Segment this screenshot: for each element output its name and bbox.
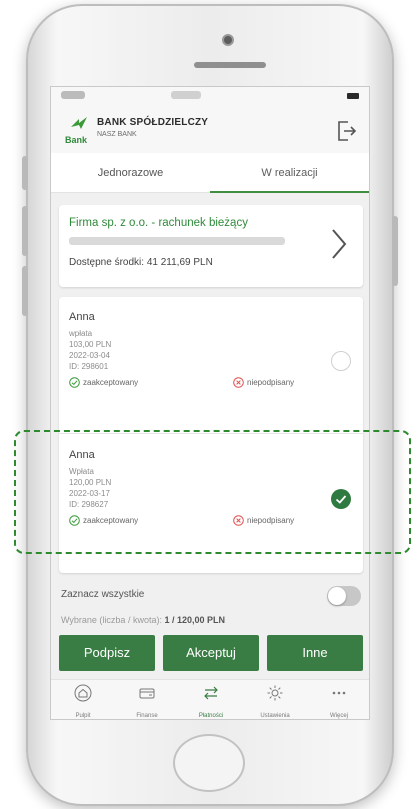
selected-summary-label: Wybrane (liczba / kwota):: [61, 615, 162, 625]
wallet-icon: [139, 688, 155, 699]
account-number-blurred: [69, 237, 285, 245]
phone-volume-down-button: [22, 266, 28, 316]
phone-screen: Bank BANK SPÓŁDZIELCZY NASZ BANK Jednora…: [50, 86, 370, 720]
chevron-right-icon[interactable]: [329, 227, 349, 261]
nav-item-platnosci[interactable]: Płatności: [179, 680, 243, 719]
status-bar: [51, 87, 369, 109]
select-radio[interactable]: [331, 351, 351, 371]
bank-subtitle: NASZ BANK: [97, 131, 137, 138]
select-all-label: Zaznacz wszystkie: [61, 589, 145, 600]
action-buttons: Podpisz Akceptuj Inne: [59, 635, 363, 671]
transaction-name: Anna: [69, 311, 95, 323]
battery-icon: [347, 93, 359, 99]
toggle-knob: [328, 587, 346, 605]
account-name: Firma sp. z o.o. - rachunek bieżący: [69, 217, 248, 229]
front-camera: [222, 34, 234, 46]
select-all-row: Zaznacz wszystkie: [51, 581, 369, 609]
transaction-item[interactable]: Anna wpłata 103,00 PLN 2022-03-04 ID: 29…: [59, 301, 363, 431]
account-card[interactable]: Firma sp. z o.o. - rachunek bieżący Dost…: [59, 205, 363, 287]
nav-label: Ustawienia: [260, 713, 290, 719]
transaction-date: 2022-03-04: [69, 351, 110, 360]
phone-speaker: [194, 62, 266, 68]
tab-bar: Jednorazowe W realizacji: [51, 153, 369, 193]
logout-icon[interactable]: [335, 119, 357, 143]
nav-label: Finanse: [136, 713, 158, 719]
bank-logo-text: Bank: [65, 135, 88, 145]
status-unsigned: niepodpisany: [233, 377, 294, 388]
tab-w-realizacji[interactable]: W realizacji: [210, 153, 369, 193]
status-indicator: [171, 91, 201, 99]
bank-title: BANK SPÓŁDZIELCZY: [97, 117, 209, 128]
nav-label: Pulpit: [75, 713, 91, 719]
other-button[interactable]: Inne: [267, 635, 363, 671]
home-icon: [74, 684, 92, 702]
status-unsigned-label: niepodpisany: [247, 378, 295, 387]
nav-label: Płatności: [198, 713, 224, 719]
phone-side-button: [22, 156, 28, 190]
status-accepted: zaakceptowany: [69, 377, 138, 388]
home-button[interactable]: [173, 734, 245, 792]
tab-jednorazowe[interactable]: Jednorazowe: [51, 153, 210, 192]
gear-icon: [267, 685, 283, 701]
sign-button[interactable]: Podpisz: [59, 635, 155, 671]
check-circle-icon: [69, 377, 80, 388]
nav-item-ustawienia[interactable]: Ustawienia: [243, 680, 307, 719]
accept-button[interactable]: Akceptuj: [163, 635, 259, 671]
status-time: [61, 91, 85, 99]
nav-item-pulpit[interactable]: Pulpit: [51, 680, 115, 719]
selection-highlight: [14, 430, 411, 554]
select-all-toggle[interactable]: [327, 586, 361, 606]
status-accepted-label: zaakceptowany: [83, 378, 139, 387]
transfer-icon: [204, 686, 218, 700]
selected-summary-value: 1 / 120,00 PLN: [164, 615, 226, 625]
nav-item-finanse[interactable]: Finanse: [115, 680, 179, 719]
more-icon: [332, 691, 346, 695]
selected-summary: Wybrane (liczba / kwota): 1 / 120,00 PLN: [61, 615, 225, 625]
nav-item-wiecej[interactable]: Więcej: [307, 680, 369, 719]
bank-logo: Bank: [65, 117, 88, 145]
phone-power-button: [392, 216, 398, 286]
x-circle-icon: [233, 377, 244, 388]
nav-label: Więcej: [329, 713, 348, 719]
transaction-type: wpłata: [69, 329, 93, 338]
transaction-id: ID: 298601: [69, 362, 109, 371]
phone-volume-up-button: [22, 206, 28, 256]
app-header: Bank BANK SPÓŁDZIELCZY NASZ BANK: [51, 109, 369, 153]
bottom-navigation: Pulpit Finanse Płatności Ustawienia Więc…: [51, 679, 369, 719]
transaction-amount: 103,00 PLN: [69, 340, 112, 349]
account-balance: Dostępne środki: 41 211,69 PLN: [69, 257, 213, 268]
